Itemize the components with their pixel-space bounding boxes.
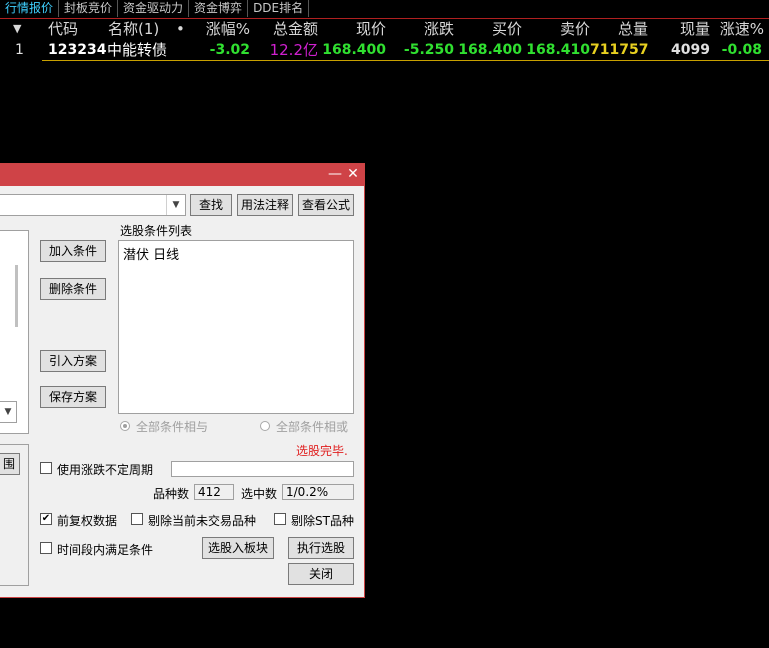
pre-adjust-label: 前复权数据 [57,514,118,528]
market-tabs: 行情报价 封板竞价 资金驱动力 资金博弈 DDE排名 [0,0,310,18]
condition-list[interactable]: 潜伏 日线 [118,240,354,414]
range-button[interactable]: 围 [0,453,20,475]
tab-capital-game[interactable]: 资金博弈 [189,0,249,17]
cell-volume: 711757 [590,42,649,58]
sort-arrow-icon[interactable]: ▼ [13,19,21,39]
tab-quotes[interactable]: 行情报价 [0,0,60,17]
cell-amount: 12.2亿 [269,41,318,59]
chevron-down-icon[interactable]: ▼ [166,195,185,215]
count-value: 412 [194,484,234,500]
cell-speed: -0.08 [721,42,762,58]
use-period-checkbox[interactable] [40,462,52,474]
formula-combo[interactable]: ▼ [0,194,186,216]
selected-row-underline [42,60,769,61]
cell-ask: 168.410 [526,42,590,58]
col-speed[interactable]: 涨速% [714,19,764,39]
find-button[interactable]: 查找 [190,194,232,216]
execute-selection-button[interactable]: 执行选股 [288,537,354,559]
time-range-checkbox[interactable] [40,542,52,554]
cell-bid: 168.400 [458,42,522,58]
import-plan-button[interactable]: 引入方案 [40,350,106,372]
status-text: 选股完毕. [296,444,348,458]
cell-change-pct: -3.02 [209,42,250,58]
save-plan-button[interactable]: 保存方案 [40,386,106,408]
selected-value: 1/0.2% [282,484,354,500]
close-button[interactable]: 关闭 [288,563,354,585]
add-condition-button[interactable]: 加入条件 [40,240,106,262]
exclude-untraded-checkbox[interactable] [131,513,143,525]
cell-price: 168.400 [322,42,386,58]
period-select[interactable]: ▼ [0,401,17,423]
period-input[interactable] [171,461,354,477]
dialog-titlebar[interactable]: — ✕ [0,164,364,186]
usage-note-button[interactable]: 用法注释 [237,194,293,216]
list-item[interactable]: 潜伏 日线 [123,244,179,263]
radio-and[interactable] [120,421,130,431]
row-index: 1 [15,42,24,58]
radio-or[interactable] [260,421,270,431]
add-to-block-button[interactable]: 选股入板块 [202,537,274,559]
radio-or-label: 全部条件相或 [276,420,349,434]
col-price[interactable]: 现价 [340,19,386,39]
tab-capital-drive[interactable]: 资金驱动力 [118,0,190,17]
col-ask[interactable]: 卖价 [548,19,590,39]
tab-dde-rank[interactable]: DDE排名 [248,0,310,17]
checkmark-icon: ✔ [41,513,51,524]
stock-selector-dialog: — ✕ ▼ 查找 用法注释 查看公式 ▼ 围 选股条件列表 潜伏 日线 加入条件… [0,163,365,598]
minimize-icon[interactable]: — [328,166,342,182]
col-change-pct[interactable]: 涨幅% [200,19,250,39]
scrollbar-thumb[interactable] [15,265,18,327]
radio-and-label: 全部条件相与 [136,420,209,434]
tab-auction[interactable]: 封板竞价 [59,0,119,17]
col-name[interactable]: 名称(1) [108,19,159,39]
col-amount[interactable]: 总金额 [262,19,318,39]
col-volume[interactable]: 总量 [606,19,648,39]
view-formula-button[interactable]: 查看公式 [298,194,354,216]
close-icon[interactable]: ✕ [346,166,360,182]
selected-label: 选中数 [241,487,278,501]
col-change[interactable]: 涨跌 [410,19,454,39]
exclude-st-label: 剔除ST品种 [291,514,354,528]
cell-name[interactable]: 中能转债 [107,40,167,60]
col-code[interactable]: 代码 [48,19,78,39]
col-cur-volume[interactable]: 现量 [668,19,710,39]
pre-adjust-checkbox[interactable]: ✔ [40,513,52,525]
col-dot: • [176,20,185,38]
cell-cur-volume: 4099 [671,42,710,58]
exclude-untraded-label: 剔除当前未交易品种 [148,514,257,528]
cell-change: -5.250 [403,42,454,58]
chevron-down-icon: ▼ [4,407,12,417]
use-period-label: 使用涨跌不定周期 [57,463,154,477]
time-range-label: 时间段内满足条件 [57,543,154,557]
condition-list-title: 选股条件列表 [120,224,193,238]
col-bid[interactable]: 买价 [480,19,522,39]
delete-condition-button[interactable]: 删除条件 [40,278,106,300]
exclude-st-checkbox[interactable] [274,513,286,525]
count-label: 品种数 [153,487,190,501]
cell-code[interactable]: 123234 [48,40,106,60]
